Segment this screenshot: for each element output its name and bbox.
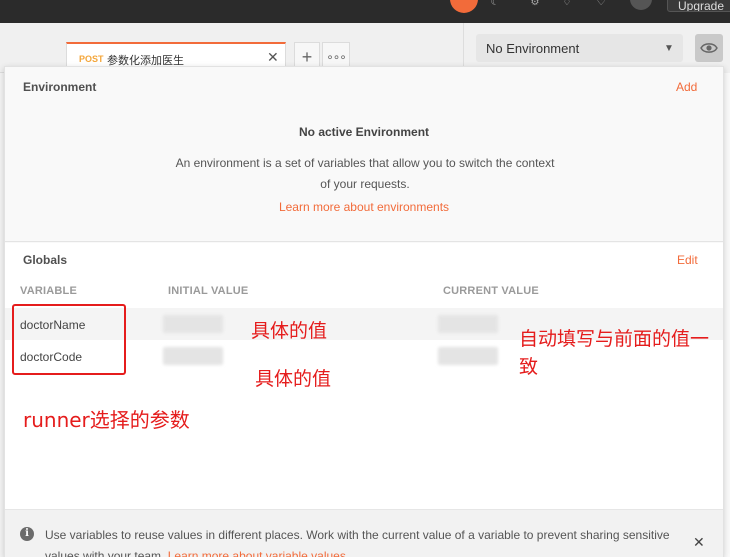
learn-variable-values-link[interactable]: Learn more about variable values [168,549,346,557]
no-active-environment-title: No active Environment [298,125,430,139]
globals-section: Globals Edit VARIABLE INITIAL VALUE CURR… [5,243,723,533]
column-header-initial-value: INITIAL VALUE [168,285,249,297]
request-method-badge: POST [79,54,104,64]
environment-dropdown[interactable]: No Environment ▼ [476,34,683,62]
current-value-cell-redacted [438,315,498,333]
environment-section-title: Environment [23,80,97,94]
avatar-icon[interactable] [630,0,652,10]
annotation-runner-note: runner选择的参数 [23,408,190,432]
eye-icon [700,43,718,53]
add-environment-link[interactable]: Add [676,80,697,94]
current-value-cell-redacted [438,347,498,365]
sync-icon[interactable] [450,0,478,13]
environment-description: An environment is a set of variables tha… [175,156,555,191]
annotation-highlight-box [12,304,126,375]
close-tab-icon[interactable]: ✕ [267,49,279,66]
environment-quick-look-button[interactable] [695,34,723,62]
close-footer-icon[interactable]: ✕ [693,534,705,551]
annotation-initial-value-note-2: 具体的值 [255,368,332,390]
globals-section-title: Globals [23,253,68,267]
initial-value-cell-redacted [163,315,223,333]
column-header-variable: VARIABLE [20,285,78,297]
annotation-initial-value-note-1: 具体的值 [251,320,328,342]
heart-icon[interactable]: ♡ [594,0,608,8]
annotation-current-value-note: 自动填写与前面的值一致 [519,328,710,378]
environment-selected-value: No Environment [486,41,580,56]
initial-value-cell-redacted [163,347,223,365]
background-right-edge [724,73,730,557]
footer-info-message: Use variables to reuse values in differe… [45,528,670,557]
settings-icon[interactable]: ⚙ [528,0,542,8]
variables-info-footer: i Use variables to reuse values in diffe… [5,509,723,557]
footer-info-text: Use variables to reuse values in differe… [45,525,685,557]
notifications-icon[interactable]: ♢ [560,0,574,8]
column-header-current-value: CURRENT VALUE [443,285,539,297]
chevron-down-icon: ▼ [664,43,674,54]
top-bar: ☾ ⚙ ♢ ♡ Upgrade [0,0,730,23]
upgrade-button[interactable]: Upgrade [667,0,730,12]
info-icon: i [20,527,34,541]
environment-section: Environment Add No active Environment An… [5,67,723,242]
satellite-icon[interactable]: ☾ [488,0,502,8]
edit-globals-link[interactable]: Edit [677,253,698,267]
learn-environments-link[interactable]: Learn more about environments [5,200,723,214]
